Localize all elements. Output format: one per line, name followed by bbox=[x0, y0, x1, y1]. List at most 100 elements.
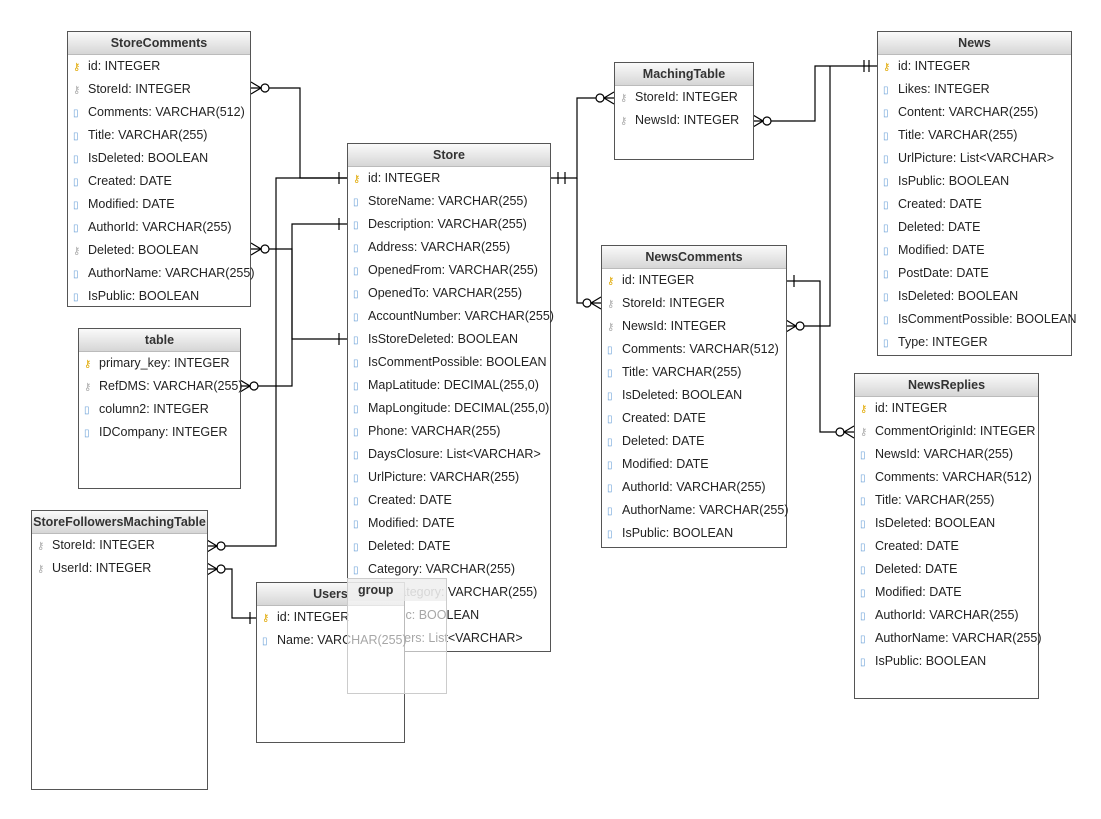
table-newscomments[interactable]: NewsComments ⚷ id: INTEGER ⚷ StoreId: INTEGE… bbox=[601, 245, 789, 548]
table-column[interactable]: ▯ AuthorId: VARCHAR(255) bbox=[855, 604, 1038, 627]
table-column[interactable]: ▯ OpenedTo: VARCHAR(255) bbox=[348, 282, 550, 305]
table-column[interactable]: ▯ Type: INTEGER bbox=[878, 331, 1071, 354]
column-label: Modified: DATE bbox=[88, 197, 175, 211]
table-column[interactable]: ▯ IsDeleted: BOOLEAN bbox=[855, 512, 1038, 535]
table-column[interactable]: ▯ Deleted: DATE bbox=[348, 535, 550, 558]
table-column[interactable]: ▯ IsPublic: BOOLEAN bbox=[602, 522, 786, 545]
table-column[interactable]: ▯ IsPublic: BOOLEAN bbox=[68, 285, 250, 308]
table-column[interactable]: ▯ Deleted: DATE bbox=[855, 558, 1038, 581]
table-column[interactable]: ▯ IsDeleted: BOOLEAN bbox=[602, 384, 786, 407]
table-column[interactable]: ⚷ NewsId: INTEGER bbox=[615, 109, 753, 132]
table-column[interactable]: ▯ Title: VARCHAR(255) bbox=[602, 361, 786, 384]
table-column[interactable]: ▯ StoreName: VARCHAR(255) bbox=[348, 190, 550, 213]
table-column[interactable]: ▯ UrlPicture: List<VARCHAR> bbox=[878, 147, 1071, 170]
table-column[interactable]: ▯ Created: DATE bbox=[878, 193, 1071, 216]
table-column[interactable]: ▯ IsPublic: BOOLEAN bbox=[878, 170, 1071, 193]
table-column[interactable]: ▯ OpenedFrom: VARCHAR(255) bbox=[348, 259, 550, 282]
table-column[interactable]: ⚷ CommentOriginId: INTEGER bbox=[855, 420, 1038, 443]
table-column[interactable]: ▯ IsDeleted: BOOLEAN bbox=[68, 147, 250, 170]
table-column[interactable]: ▯ DaysClosure: List<VARCHAR> bbox=[348, 443, 550, 466]
table-column[interactable]: ▯ Deleted: DATE bbox=[878, 216, 1071, 239]
column-icon: ▯ bbox=[860, 519, 866, 530]
table-column[interactable]: ▯ Comments: VARCHAR(512) bbox=[68, 101, 250, 124]
table-column[interactable]: ⚷ StoreId: INTEGER bbox=[68, 78, 250, 101]
column-label: StoreId: INTEGER bbox=[622, 296, 725, 310]
column-label: Deleted: DATE bbox=[875, 562, 958, 576]
primary-key-icon: ⚷ bbox=[860, 404, 868, 415]
table-column[interactable]: ▯ Modified: DATE bbox=[855, 581, 1038, 604]
table-column[interactable]: ▯ Modified: DATE bbox=[348, 512, 550, 535]
table-column[interactable]: ▯ Created: DATE bbox=[855, 535, 1038, 558]
table-column[interactable]: ▯ Created: DATE bbox=[68, 170, 250, 193]
column-label: RefDMS: VARCHAR(255) bbox=[99, 379, 243, 393]
table-column[interactable]: ▯ Content: VARCHAR(255) bbox=[878, 101, 1071, 124]
column-icon: ▯ bbox=[607, 506, 613, 517]
table-column[interactable]: ⚷ id: INTEGER bbox=[348, 167, 550, 190]
table-column[interactable]: ⚷ StoreId: INTEGER bbox=[32, 534, 207, 557]
table-storecomments[interactable]: StoreComments ⚷ id: INTEGER ⚷ StoreId: INTEG… bbox=[67, 31, 255, 308]
group-box[interactable]: group bbox=[347, 578, 447, 694]
column-label: Deleted: DATE bbox=[898, 220, 981, 234]
table-column[interactable]: ▯ IsDeleted: BOOLEAN bbox=[878, 285, 1071, 308]
table-store[interactable]: Store ⚷ id: INTEGER ▯ StoreName: VARCHAR(255… bbox=[347, 143, 554, 652]
table-column[interactable]: ▯ IDCompany: INTEGER bbox=[79, 421, 240, 444]
table-column[interactable]: ▯ Phone: VARCHAR(255) bbox=[348, 420, 550, 443]
table-column[interactable]: ▯ AuthorName: VARCHAR(255) bbox=[855, 627, 1042, 650]
table-column[interactable]: ⚷ id: INTEGER bbox=[602, 269, 786, 292]
table-column[interactable]: ⚷ Deleted: BOOLEAN bbox=[68, 239, 250, 262]
table-table[interactable]: table ⚷ primary_key: INTEGER ⚷ RefDMS: VARCH… bbox=[78, 328, 243, 489]
table-column[interactable]: ▯ Title: VARCHAR(255) bbox=[878, 124, 1071, 147]
table-column[interactable]: ▯ Modified: DATE bbox=[68, 193, 250, 216]
table-column[interactable]: ▯ Title: VARCHAR(255) bbox=[68, 124, 250, 147]
table-column[interactable]: ⚷ id: INTEGER bbox=[855, 397, 1038, 420]
table-column[interactable]: ▯ Deleted: DATE bbox=[602, 430, 786, 453]
table-column[interactable]: ▯ column2: INTEGER bbox=[79, 398, 240, 421]
table-machingtable[interactable]: MachingTable ⚷ StoreId: INTEGER ⚷ NewsId: IN… bbox=[614, 62, 754, 160]
table-column[interactable]: ▯ Created: DATE bbox=[602, 407, 786, 430]
table-column[interactable]: ▯ Likes: INTEGER bbox=[878, 78, 1071, 101]
table-newsreplies[interactable]: NewsReplies ⚷ id: INTEGER ⚷ CommentOriginId:… bbox=[854, 373, 1042, 699]
column-label: IsDeleted: BOOLEAN bbox=[898, 289, 1019, 303]
table-column[interactable]: ⚷ UserId: INTEGER bbox=[32, 557, 207, 580]
column-icon: ▯ bbox=[883, 338, 889, 349]
table-column[interactable]: ▯ IsCommentPossible: BOOLEAN bbox=[348, 351, 550, 374]
column-icon: ▯ bbox=[353, 312, 359, 323]
table-column[interactable]: ⚷ StoreId: INTEGER bbox=[615, 86, 753, 109]
table-column[interactable]: ▯ IsStoreDeleted: BOOLEAN bbox=[348, 328, 550, 351]
table-column[interactable]: ▯ AuthorId: VARCHAR(255) bbox=[602, 476, 786, 499]
table-column[interactable]: ▯ Created: DATE bbox=[348, 489, 550, 512]
column-label: id: INTEGER bbox=[88, 59, 161, 73]
table-column[interactable]: ▯ IsPublic: BOOLEAN bbox=[855, 650, 1038, 673]
table-column[interactable]: ▯ Modified: DATE bbox=[878, 239, 1071, 262]
table-column[interactable]: ▯ MapLatitude: DECIMAL(255,0) bbox=[348, 374, 550, 397]
table-news[interactable]: News ⚷ id: INTEGER ▯ Likes: INTEGER ▯ Content:… bbox=[877, 31, 1077, 356]
table-storefollowersmachingtable[interactable]: StoreFollowersMachingTable ⚷ StoreId: INTE… bbox=[31, 510, 208, 790]
table-column[interactable]: ▯ Description: VARCHAR(255) bbox=[348, 213, 550, 236]
table-column[interactable]: ▯ AuthorName: VARCHAR(255) bbox=[68, 262, 255, 285]
table-column[interactable]: ▯ AuthorId: VARCHAR(255) bbox=[68, 216, 250, 239]
table-column[interactable]: ▯ NewsId: VARCHAR(255) bbox=[855, 443, 1038, 466]
table-column[interactable]: ⚷ id: INTEGER bbox=[68, 55, 250, 78]
column-label: Deleted: BOOLEAN bbox=[88, 243, 199, 257]
table-column[interactable]: ⚷ RefDMS: VARCHAR(255) bbox=[79, 375, 243, 398]
table-column[interactable]: ▯ PostDate: DATE bbox=[878, 262, 1071, 285]
column-label: Created: DATE bbox=[368, 493, 452, 507]
table-column[interactable]: ▯ AccountNumber: VARCHAR(255) bbox=[348, 305, 554, 328]
table-column[interactable]: ▯ Comments: VARCHAR(512) bbox=[602, 338, 786, 361]
table-column[interactable]: ▯ UrlPicture: VARCHAR(255) bbox=[348, 466, 550, 489]
table-column[interactable]: ▯ MapLongitude: DECIMAL(255,0) bbox=[348, 397, 550, 420]
column-label: IsDeleted: BOOLEAN bbox=[622, 388, 743, 402]
table-column[interactable]: ▯ AuthorName: VARCHAR(255) bbox=[602, 499, 789, 522]
table-column[interactable]: ▯ IsCommentPossible: BOOLEAN bbox=[878, 308, 1077, 331]
table-column[interactable]: ▯ Address: VARCHAR(255) bbox=[348, 236, 550, 259]
column-label: id: INTEGER bbox=[898, 59, 971, 73]
table-column[interactable]: ⚷ NewsId: INTEGER bbox=[602, 315, 786, 338]
table-column[interactable]: ▯ Title: VARCHAR(255) bbox=[855, 489, 1038, 512]
column-icon: ▯ bbox=[607, 460, 613, 471]
table-column[interactable]: ▯ Comments: VARCHAR(512) bbox=[855, 466, 1038, 489]
table-column[interactable]: ⚷ primary_key: INTEGER bbox=[79, 352, 240, 375]
rel-store-machingtable bbox=[550, 97, 614, 179]
table-column[interactable]: ▯ Modified: DATE bbox=[602, 453, 786, 476]
table-column[interactable]: ⚷ id: INTEGER bbox=[878, 55, 1071, 78]
table-column[interactable]: ⚷ StoreId: INTEGER bbox=[602, 292, 786, 315]
